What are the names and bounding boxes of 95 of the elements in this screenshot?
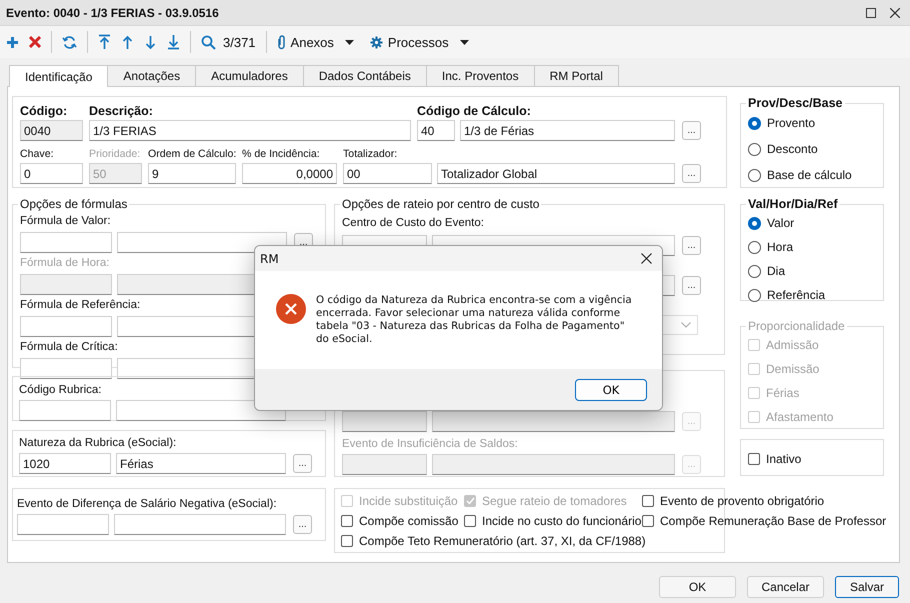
lookup-button[interactable]: ... (293, 515, 312, 534)
radio-option[interactable]: Hora (748, 235, 877, 259)
group-title: Prov/Desc/Base (747, 96, 844, 110)
dialog-title: RM (260, 252, 279, 266)
maximize-icon[interactable] (866, 8, 876, 18)
field-label: Totalizador: (343, 147, 398, 162)
group-title: Opções de fórmulas (19, 197, 128, 211)
radio-option[interactable]: Desconto (748, 136, 877, 162)
text-field[interactable] (432, 411, 675, 432)
first-record-icon[interactable] (98, 34, 111, 50)
event-name-field[interactable] (114, 514, 286, 535)
field-label: Código de Cálculo: (417, 103, 532, 119)
lookup-button[interactable]: ... (682, 276, 701, 295)
radio-option[interactable]: Provento (748, 110, 877, 136)
checkbox-option[interactable]: Incide no custo do funcionário (464, 512, 642, 529)
field-label: Fórmula de Valor: (20, 214, 111, 229)
chevron-down-icon[interactable] (681, 322, 691, 328)
window-title: Evento: 0040 - 1/3 FERIAS - 03.9.0516 (6, 6, 220, 20)
key-field[interactable]: 0 (20, 163, 83, 184)
code-field[interactable]: 0040 (20, 120, 83, 141)
refresh-icon[interactable] (62, 34, 77, 50)
formula-code-field[interactable] (20, 316, 112, 337)
group-title: Proporcionalidade (747, 319, 846, 333)
incidence-field[interactable]: 0,0000 (242, 163, 337, 184)
field-label: Descrição: (89, 103, 154, 119)
close-icon[interactable] (890, 8, 900, 18)
field-label: Evento de Diferença de Salário Negativa (eSocial): (17, 497, 277, 512)
formula-name-field[interactable] (117, 232, 287, 253)
field-label: Natureza da Rubrica (eSocial): (19, 436, 176, 451)
formula-code-field[interactable] (20, 274, 112, 295)
lookup-button[interactable]: ... (682, 121, 701, 140)
gear-icon (370, 36, 383, 48)
field-label: Ordem de Cálculo: (148, 147, 236, 162)
checkbox-option[interactable]: Compõe comissão (341, 512, 464, 529)
order-field[interactable]: 9 (148, 163, 236, 184)
field-label: Prioridade: (89, 147, 142, 162)
checkbox-option[interactable]: Inativo (748, 450, 876, 467)
error-icon (276, 294, 306, 324)
checkbox-option[interactable]: Compõe Teto Remuneratório (art. 37, XI, da CF/1988) (341, 532, 886, 549)
field-label: Evento de Insuficiência de Saldos: (342, 437, 519, 452)
radio-option[interactable]: Dia (748, 259, 877, 283)
field-label: % de Incidência: (242, 147, 321, 162)
radio-option[interactable]: Valor (748, 211, 877, 235)
caret-icon (344, 40, 354, 44)
radio-option[interactable]: Base de cálculo (748, 162, 877, 188)
add-icon[interactable] (6, 36, 19, 48)
record-counter: 3/371 (223, 34, 256, 50)
group-title: Opções de rateio por centro de custo (341, 197, 540, 211)
rubric-code-field[interactable] (19, 400, 111, 421)
field-label: Fórmula de Hora: (20, 256, 110, 271)
field-label: Centro de Custo do Evento: (342, 216, 485, 231)
totalizer-code-field[interactable]: 00 (343, 163, 432, 184)
field-label: Código: (20, 103, 68, 119)
ok-button[interactable]: OK (575, 378, 647, 400)
paperclip-icon (276, 34, 286, 50)
toolbar-menu[interactable]: Anexos (276, 34, 360, 50)
caret-icon (460, 40, 469, 44)
lookup-button[interactable]: ... (682, 164, 701, 183)
lookup-button[interactable]: ... (682, 236, 701, 255)
search-icon[interactable] (201, 34, 216, 50)
delete-icon[interactable] (29, 36, 41, 48)
event-code-field[interactable] (17, 514, 109, 535)
lookup-button[interactable]: ... (293, 454, 312, 473)
up-arrow-icon[interactable] (121, 34, 134, 50)
field-label: Fórmula de Referência: (20, 298, 140, 313)
close-icon[interactable] (641, 253, 652, 264)
error-message: O código da Natureza da Rubrica encontra-se com a vigência encerrada. Favor selecionar uma natureza válida conforme tabela "03 - Natureza das Rubricas da Folha de Pagamento" do eSocial. (316, 294, 633, 347)
calculation-name-field[interactable]: 1/3 de Férias (460, 120, 675, 141)
nature-code-field[interactable]: 1020 (19, 453, 111, 474)
nature-name-field[interactable]: Férias (116, 453, 286, 474)
dialog-button[interactable]: Cancelar (747, 576, 824, 598)
group-title: Val/Hor/Dia/Ref (747, 197, 839, 211)
rubric-name-field[interactable] (116, 400, 286, 421)
dialog-button[interactable]: Salvar (835, 576, 899, 598)
checkbox-option[interactable]: Evento de provento obrigatório (642, 492, 886, 509)
checkbox-option[interactable]: Compõe Remuneração Base de Professor (642, 512, 886, 529)
field-label: Chave: (20, 147, 55, 162)
check-icon (466, 496, 474, 504)
formula-code-field[interactable] (20, 232, 112, 253)
toolbar-menu[interactable]: Processos (370, 34, 475, 50)
totalizer-name-field[interactable]: Totalizador Global (437, 163, 675, 184)
last-record-icon[interactable] (167, 34, 180, 50)
formula-code-field[interactable] (20, 358, 112, 379)
text-field[interactable] (342, 411, 427, 432)
text-field[interactable] (432, 454, 675, 475)
tab[interactable]: Identificação (9, 65, 108, 87)
field-label: Fórmula de Crítica: (20, 340, 118, 355)
field-label: Código Rubrica: (19, 383, 102, 398)
description-field[interactable]: 1/3 FERIAS (89, 120, 411, 141)
dialog-button[interactable]: OK (659, 576, 736, 598)
radio-option[interactable]: Referência (748, 283, 877, 307)
text-field[interactable] (342, 454, 427, 475)
tab[interactable]: RM Portal (534, 65, 619, 86)
down-arrow-icon[interactable] (144, 34, 157, 50)
calculation-code-field[interactable]: 40 (417, 120, 455, 141)
